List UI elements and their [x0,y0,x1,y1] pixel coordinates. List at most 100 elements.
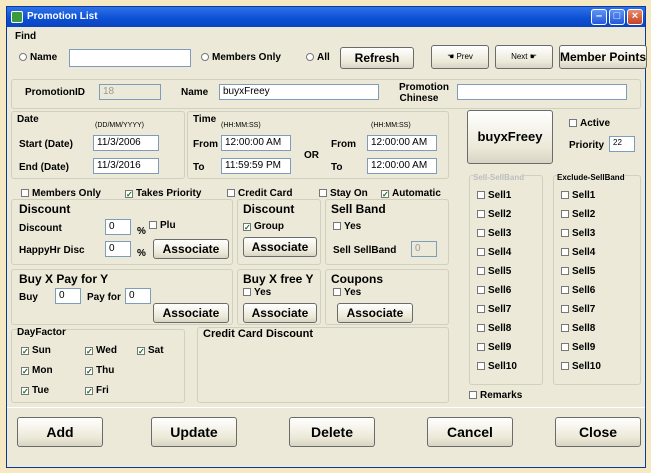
find-name-input[interactable] [69,49,191,67]
stay-on-checkbox[interactable]: Stay On [319,188,368,199]
day-thu-checkbox[interactable]: Thu [85,365,114,376]
action-bar-divider [7,407,645,408]
buy-x-free-y-associate-button[interactable]: Associate [243,303,317,323]
end-date-input[interactable]: 11/3/2016 [93,158,159,174]
members-only-checkbox[interactable]: Members Only [21,188,101,199]
close-icon[interactable]: × [627,9,643,25]
sell4-checkbox[interactable]: Sell4 [477,247,511,258]
exclude-sell3-checkbox[interactable]: Sell3 [561,228,595,239]
sell1-checkbox[interactable]: Sell1 [477,190,511,201]
sell6-checkbox[interactable]: Sell6 [477,285,511,296]
buy-x-free-y-yes-checkbox[interactable]: Yes [243,287,271,298]
start-date-label: Start (Date) [19,139,73,150]
sell-sellband-list [469,175,543,385]
maximize-icon[interactable]: □ [609,9,625,25]
exclude-sell7-checkbox[interactable]: Sell7 [561,304,595,315]
members-only-radio[interactable]: Members Only [201,52,281,63]
exclude-sellband-list [553,175,641,385]
buy-input[interactable]: 0 [55,288,81,304]
day-fri-checkbox[interactable]: Fri [85,385,109,396]
add-button[interactable]: Add [17,417,103,447]
start-date-input[interactable]: 11/3/2006 [93,135,159,151]
exclude-sell6-checkbox[interactable]: Sell6 [561,285,595,296]
automatic-checkbox[interactable]: Automatic [381,188,441,199]
time-to-input-1[interactable]: 11:59:59 PM [221,158,291,174]
remarks-checkbox[interactable]: Remarks [469,390,522,401]
end-date-label: End (Date) [19,162,69,173]
sell7-checkbox[interactable]: Sell7 [477,304,511,315]
day-sun-checkbox[interactable]: Sun [21,345,51,356]
sell5-checkbox[interactable]: Sell5 [477,266,511,277]
exclude-sell10-checkbox[interactable]: Sell10 [561,361,601,372]
find-name-radio[interactable]: Name [19,52,57,63]
time-to-label-2: To [331,162,343,173]
day-wed-checkbox[interactable]: Wed [85,345,117,356]
exclude-sell8-checkbox[interactable]: Sell8 [561,323,595,334]
discount-input[interactable]: 0 [105,219,131,235]
prev-button[interactable]: ☚ Prev [431,45,489,69]
date-format-hint: (DD/MM/YYYY) [95,122,144,129]
credit-card-checkbox[interactable]: Credit Card [227,188,292,199]
sell9-checkbox[interactable]: Sell9 [477,342,511,353]
time-format-hint-1: (HH:MM:SS) [221,122,261,129]
sell2-checkbox[interactable]: Sell2 [477,209,511,220]
all-radio[interactable]: All [306,52,330,63]
group-associate-button[interactable]: Associate [243,237,317,257]
next-hand-icon: ☛ [529,52,537,61]
priority-input[interactable]: 22 [609,136,635,152]
sell-band-heading: Sell Band [331,202,386,216]
title-bar: Promotion List – □ × [7,7,645,27]
promotion-chinese-label: Promotion Chinese [399,82,449,104]
sell10-checkbox[interactable]: Sell10 [477,361,517,372]
window-title: Promotion List [27,11,98,22]
buy-label: Buy [19,292,38,303]
coupons-heading: Coupons [331,272,383,286]
close-button[interactable]: Close [555,417,641,447]
refresh-button[interactable]: Refresh [340,47,414,69]
member-points-button[interactable]: Member Points [559,45,647,69]
promotion-name-input[interactable]: buyxFreey [219,84,379,100]
coupons-yes-checkbox[interactable]: Yes [333,287,361,298]
exclude-sell1-checkbox[interactable]: Sell1 [561,190,595,201]
dayfactor-label: DayFactor [17,327,66,338]
sell8-checkbox[interactable]: Sell8 [477,323,511,334]
buy-x-pay-y-heading: Buy X Pay for Y [19,272,109,286]
credit-card-discount-label: Credit Card Discount [203,328,314,340]
day-tue-checkbox[interactable]: Tue [21,385,49,396]
next-button[interactable]: Next ☛ [495,45,553,69]
pay-for-input[interactable]: 0 [125,288,151,304]
day-sat-checkbox[interactable]: Sat [137,345,164,356]
exclude-sell5-checkbox[interactable]: Sell5 [561,266,595,277]
takes-priority-checkbox[interactable]: Takes Priority [125,188,201,199]
exclude-sell4-checkbox[interactable]: Sell4 [561,247,595,258]
time-from-input-2[interactable]: 12:00:00 AM [367,135,437,151]
sell-sellband-list-label: Sell-SellBand [473,173,525,182]
happyhr-disc-input[interactable]: 0 [105,241,131,257]
day-mon-checkbox[interactable]: Mon [21,365,53,376]
pay-for-label: Pay for [87,292,121,303]
minimize-icon[interactable]: – [591,9,607,25]
buy-x-free-y-heading: Buy X free Y [243,272,314,286]
cancel-button[interactable]: Cancel [427,417,513,447]
sell-band-yes-checkbox[interactable]: Yes [333,221,361,232]
group-checkbox[interactable]: Group [243,221,284,232]
update-button[interactable]: Update [151,417,237,447]
app-icon [11,11,23,23]
buy-x-pay-y-associate-button[interactable]: Associate [153,303,229,323]
sell3-checkbox[interactable]: Sell3 [477,228,511,239]
promotion-chinese-input[interactable] [457,84,627,100]
promotion-id-field: 18 [99,84,161,100]
discount-associate-button[interactable]: Associate [153,239,229,259]
active-checkbox[interactable]: Active [569,118,610,129]
exclude-sell2-checkbox[interactable]: Sell2 [561,209,595,220]
promotion-name-display-button[interactable]: buyxFreey [467,110,553,164]
exclude-sellband-list-label: Exclude-SellBand [557,173,625,182]
coupons-associate-button[interactable]: Associate [337,303,413,323]
time-to-label-1: To [193,162,205,173]
time-to-input-2[interactable]: 12:00:00 AM [367,158,437,174]
delete-button[interactable]: Delete [289,417,375,447]
exclude-sell9-checkbox[interactable]: Sell9 [561,342,595,353]
plu-checkbox[interactable]: Plu [149,220,176,231]
time-from-input-1[interactable]: 12:00:00 AM [221,135,291,151]
group-discount-heading: Discount [243,202,295,216]
